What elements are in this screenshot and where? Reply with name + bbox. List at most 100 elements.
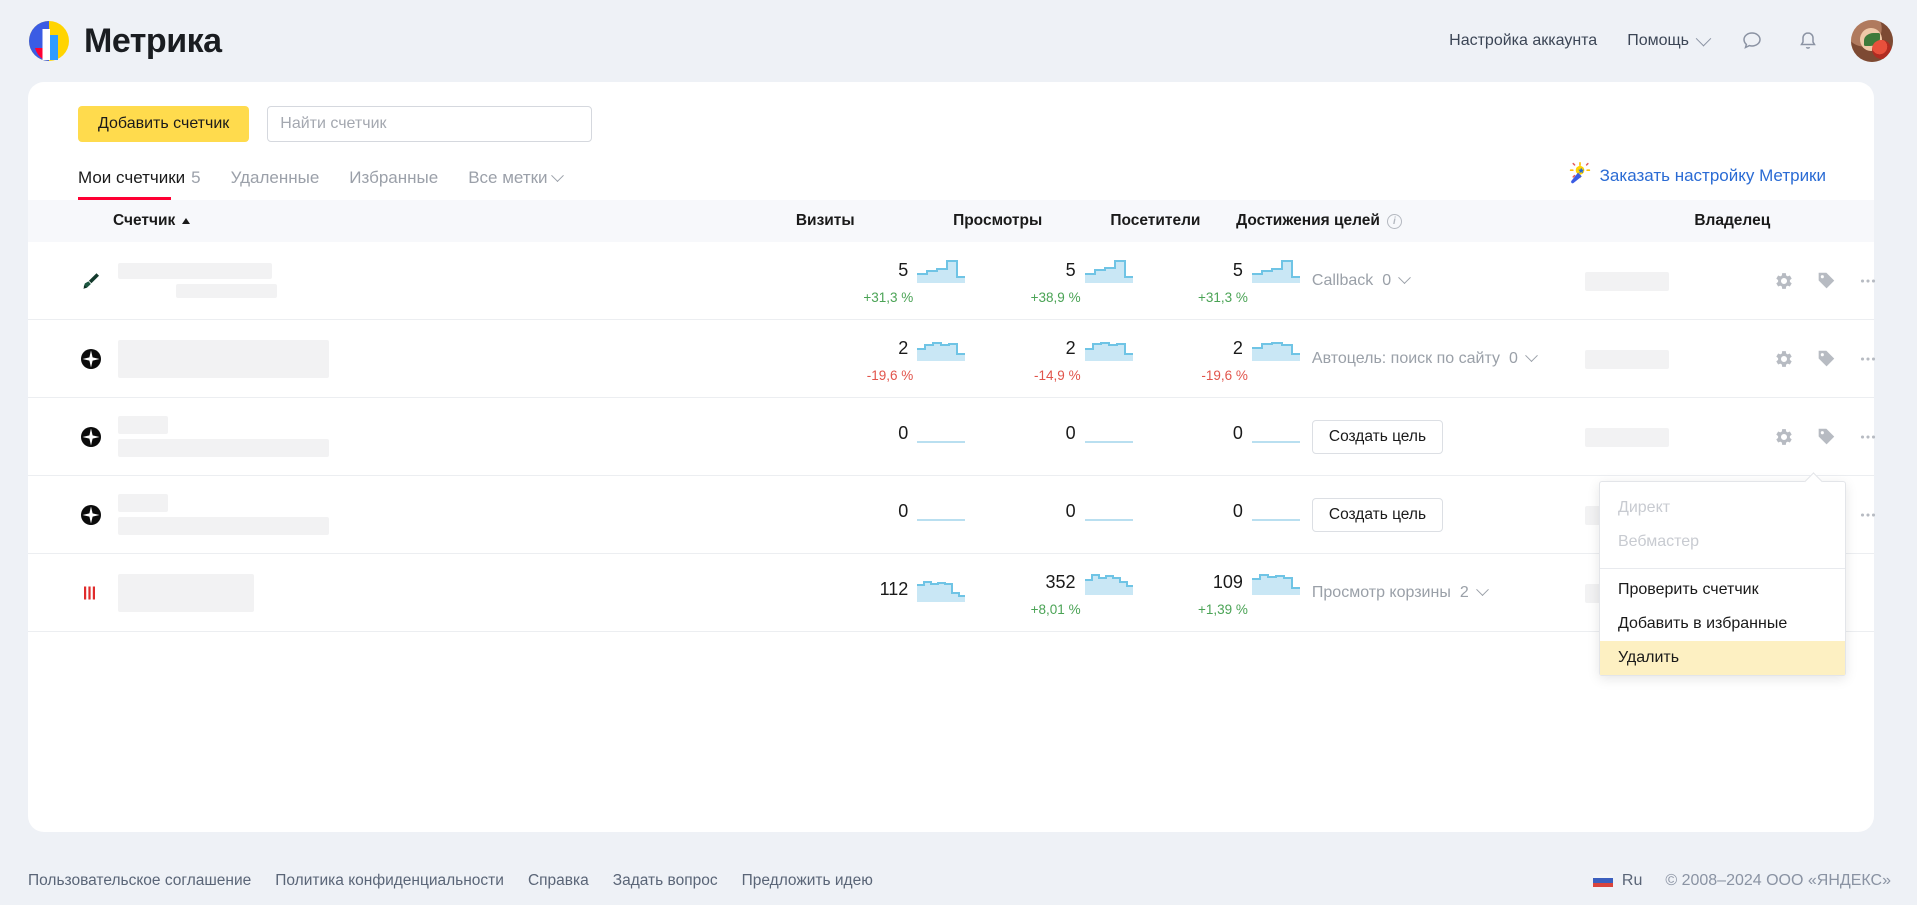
footer-link-help[interactable]: Справка [528,872,589,890]
more-dots-icon[interactable] [1857,426,1879,448]
visits-value: 112 [880,580,909,602]
goal-count: 0 [1382,272,1391,290]
table-row[interactable]: 5 +31,3 % 5 +38,9 % [28,242,1874,320]
add-counter-button[interactable]: Добавить счетчик [78,106,249,142]
russia-flag-icon [1593,874,1613,888]
tab-my-counters-label: Мои счетчики [78,168,185,187]
tab-all-labels[interactable]: Все метки [468,168,561,200]
tag-icon[interactable] [1815,426,1837,448]
counter-cell[interactable] [28,416,838,457]
search-input[interactable] [267,106,592,142]
visitors-value: 2 [1233,339,1243,361]
star-burst-favicon [80,348,102,370]
order-metrika-setup-label: Заказать настройку Метрики [1600,166,1826,186]
visitors-cell: 5 +31,3 % [1173,242,1300,319]
visits-cell: 112 [838,554,965,631]
col-header-visits[interactable]: Визиты [796,212,953,230]
notification-bell-icon[interactable] [1795,28,1821,54]
visitors-sparkline [1252,257,1300,283]
tab-my-counters[interactable]: Мои счетчики 5 [78,168,201,200]
pageviews-sparkline [1085,335,1133,361]
menu-item-delete[interactable]: Удалить [1600,641,1845,675]
menu-item-direct: Директ [1600,491,1845,525]
footer-link-privacy-policy[interactable]: Политика конфиденциальности [275,872,504,890]
col-header-counter-label: Счетчик [113,212,175,230]
chevron-down-icon [1525,349,1538,362]
col-header-counter[interactable]: Счетчик [28,212,796,230]
menu-item-webmaster: Вебмастер [1600,525,1845,559]
counters-table: Счетчик Визиты Просмотры Посетители Дост… [28,200,1874,632]
chevron-down-icon [1696,30,1712,46]
red-bars-favicon [80,582,102,604]
visits-value: 5 [898,261,908,283]
visitors-cell: 0 [1173,476,1300,553]
chat-bubble-icon[interactable] [1739,28,1765,54]
table-row[interactable]: 0 0 0 [28,398,1874,476]
logo[interactable]: Метрика [28,20,222,62]
row-actions [1773,348,1879,370]
visitors-value: 5 [1233,261,1243,283]
row-actions [1773,270,1879,292]
language-switcher[interactable]: Ru [1622,872,1642,890]
gear-icon[interactable] [1773,426,1795,448]
goal-chip[interactable]: Просмотр корзины 2 [1312,584,1487,602]
more-dots-icon[interactable] [1857,348,1879,370]
goal-label: Callback [1312,272,1373,290]
visitors-change: +1,39 % [1198,602,1248,617]
pageviews-change: -14,9 % [1034,368,1081,383]
table-row[interactable]: 2 -19,6 % 2 -14,9 % [28,320,1874,398]
pageviews-cell: 0 [1005,476,1132,553]
create-goal-button[interactable]: Создать цель [1312,420,1443,454]
owner-cell-masked [1585,350,1669,369]
more-dots-icon[interactable] [1857,270,1879,292]
visits-value: 2 [898,339,908,361]
goal-count: 0 [1509,350,1518,368]
visitors-sparkline [1252,569,1300,595]
counter-cell[interactable] [28,494,838,535]
visits-cell: 0 [838,398,965,475]
goal-chip[interactable]: Callback 0 [1312,272,1409,290]
tab-my-counters-count: 5 [191,168,200,187]
table-row[interactable]: 112 352 +8,01 % [28,554,1874,632]
counter-name-masked [118,574,254,612]
footer-link-suggest-idea[interactable]: Предложить идею [742,872,873,890]
counters-card: Добавить счетчик Мои счетчики 5 Удаленные… [28,82,1874,832]
menu-item-add-to-favorites[interactable]: Добавить в избранные [1600,607,1845,641]
gear-icon[interactable] [1773,348,1795,370]
pageviews-value: 352 [1046,573,1076,595]
info-icon[interactable]: i [1387,214,1402,229]
tab-favorites[interactable]: Избранные [349,168,438,200]
counter-cell[interactable] [28,574,838,612]
tab-deleted[interactable]: Удаленные [231,168,320,200]
pageviews-sparkline [1085,257,1133,283]
goal-chip[interactable]: Автоцель: поиск по сайту 0 [1312,350,1536,368]
menu-item-check-counter[interactable]: Проверить счетчик [1600,573,1845,607]
visitors-sparkline [1252,498,1300,524]
col-header-visitors[interactable]: Посетители [1110,212,1236,230]
footer-link-user-agreement[interactable]: Пользовательское соглашение [28,872,251,890]
counter-cell[interactable] [28,263,838,298]
pageviews-change: +8,01 % [1031,602,1081,617]
visitors-sparkline [1252,420,1300,446]
help-menu[interactable]: Помощь [1627,32,1709,50]
visits-sparkline [917,576,965,602]
magic-wand-icon [1568,161,1592,190]
pageviews-change: +38,9 % [1031,290,1081,305]
counter-cell[interactable] [28,340,838,378]
gear-icon[interactable] [1773,270,1795,292]
goal-label: Автоцель: поиск по сайту [1312,350,1500,368]
account-settings-link[interactable]: Настройка аккаунта [1449,32,1597,50]
table-row[interactable]: 0 0 0 [28,476,1874,554]
tag-icon[interactable] [1815,270,1837,292]
create-goal-button[interactable]: Создать цель [1312,498,1443,532]
col-header-pageviews[interactable]: Просмотры [953,212,1110,230]
col-header-goals: Достижения целейi [1236,212,1694,230]
page-scrollbar[interactable] [1909,0,1917,905]
more-dots-icon[interactable] [1857,504,1879,526]
copyright: © 2008–2024 ООО «ЯНДЕКС» [1665,872,1891,890]
tag-icon[interactable] [1815,348,1837,370]
order-metrika-setup-link[interactable]: Заказать настройку Метрики [1568,161,1826,190]
avatar[interactable] [1851,20,1893,62]
footer-link-ask-question[interactable]: Задать вопрос [613,872,718,890]
visits-cell: 2 -19,6 % [838,320,965,397]
